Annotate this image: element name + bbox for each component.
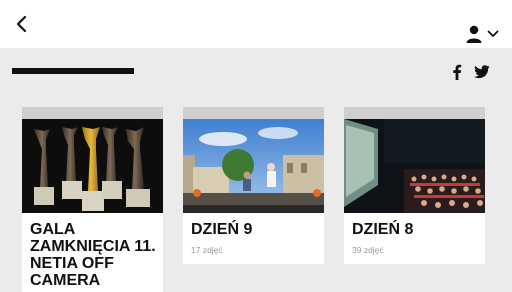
social-share — [452, 64, 490, 80]
photo-count: 39 zdjęć — [352, 245, 384, 255]
gallery-thumbnail — [344, 119, 485, 213]
chevron-left-icon[interactable] — [12, 14, 32, 34]
gallery-section: GALA ZAMKNIĘCIA 11. NETIA OFF CAMERA DZI… — [0, 48, 512, 292]
facebook-icon[interactable] — [452, 64, 462, 80]
card-top-strip — [344, 107, 485, 119]
gallery-card[interactable]: GALA ZAMKNIĘCIA 11. NETIA OFF CAMERA — [22, 107, 163, 292]
user-icon — [464, 24, 484, 44]
gallery-title: DZIEŃ 8 — [352, 221, 414, 238]
photo-count: 17 zdjęć — [191, 245, 223, 255]
gallery-title: GALA ZAMKNIĘCIA 11. NETIA OFF CAMERA — [30, 221, 156, 289]
top-bar — [0, 0, 512, 48]
chevron-down-icon — [487, 29, 499, 39]
card-top-strip — [183, 107, 324, 119]
gallery-title: DZIEŃ 9 — [191, 221, 253, 238]
section-title-bar — [12, 68, 134, 74]
gallery-card[interactable]: DZIEŃ 8 39 zdjęć — [344, 107, 485, 264]
gallery-thumbnail — [22, 119, 163, 213]
gallery-thumbnail — [183, 119, 324, 213]
twitter-icon[interactable] — [474, 65, 490, 79]
gallery-card[interactable]: DZIEŃ 9 17 zdjęć — [183, 107, 324, 264]
card-top-strip — [22, 107, 163, 119]
user-menu-button[interactable] — [464, 24, 500, 44]
